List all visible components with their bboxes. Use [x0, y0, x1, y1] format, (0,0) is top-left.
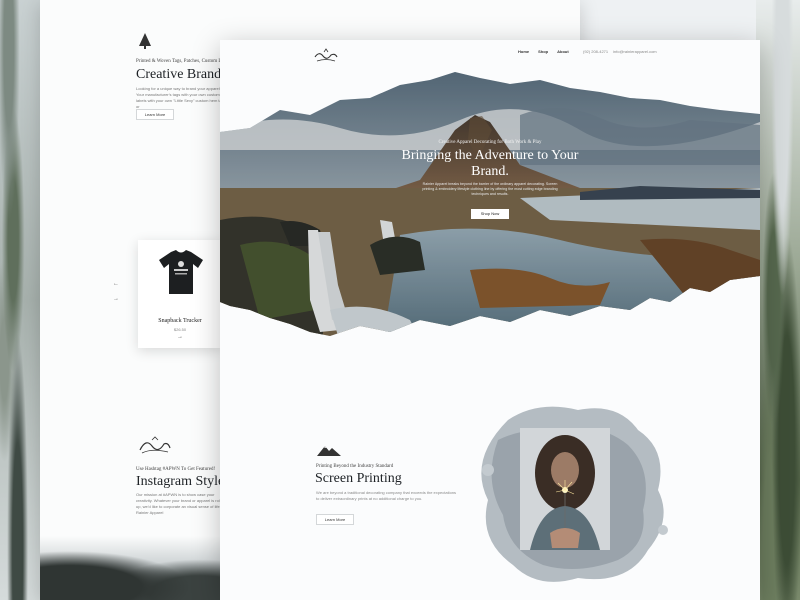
- nav-about-link[interactable]: About: [557, 49, 569, 54]
- screen-printing-kicker: Printing Beyond the Industry Standard: [316, 464, 394, 469]
- carousel-next-button[interactable]: →: [111, 294, 121, 304]
- screen-printing-learn-more-button[interactable]: Learn More: [316, 514, 354, 525]
- screen-printing-body: We are beyond a traditional decorating c…: [316, 490, 457, 501]
- carousel-prev-button[interactable]: ←: [111, 279, 121, 289]
- front-page-mockup: Home Shop About (92) 208-4271 info@raini…: [220, 40, 760, 600]
- instagram-body: Our mission at #APWN is to show case you…: [136, 492, 226, 515]
- mountain-icon: [317, 446, 341, 456]
- creative-brand-learn-more-button[interactable]: Learn More: [136, 109, 174, 120]
- nav-shop-link[interactable]: Shop: [538, 49, 548, 54]
- background-scenery-left: [0, 0, 44, 600]
- tree-logo-icon: [139, 33, 151, 49]
- script-logo-icon: [139, 436, 171, 454]
- tshirt-image: [159, 250, 203, 294]
- product-price: $26.50: [173, 327, 187, 332]
- hero-body: Rainier Apparel breaks beyond the barrie…: [422, 182, 558, 196]
- shop-now-button[interactable]: Shop Now: [471, 209, 509, 219]
- creative-brand-heading: Creative Brand: [136, 67, 222, 82]
- brand-logo-icon[interactable]: [313, 47, 339, 63]
- hero-kicker: Creative Apparel Decorating for Both Wor…: [438, 140, 542, 145]
- hero-title: Bringing the Adventure to Your Brand.: [401, 148, 579, 179]
- screen-printing-heading: Screen Printing: [315, 471, 402, 486]
- portrait-photo: [520, 428, 610, 550]
- product-card[interactable]: Snapback Trucker $26.50 →: [138, 240, 222, 348]
- product-arrow-icon[interactable]: →: [138, 334, 222, 340]
- hero-section: Creative Apparel Decorating for Both Wor…: [220, 70, 760, 360]
- product-name: Snapback Trucker: [158, 318, 202, 324]
- main-nav: Home Shop About: [518, 49, 569, 54]
- instagram-kicker: Use Hashtag #APWN To Get Featured!: [136, 467, 216, 472]
- creative-brand-body: Looking for a unique way to brand your a…: [136, 86, 226, 109]
- nav-phone[interactable]: (92) 208-4271: [583, 49, 608, 54]
- instagram-heading: Instagram Styles: [136, 474, 230, 489]
- landscape-image: [40, 536, 240, 600]
- creative-brand-kicker: Printed & Woven Tags, Patches, Custom La…: [136, 59, 232, 64]
- nav-email[interactable]: info@rainierapparel.com: [613, 49, 657, 54]
- background-scenery-right: [756, 0, 800, 600]
- nav-home-link[interactable]: Home: [518, 49, 529, 54]
